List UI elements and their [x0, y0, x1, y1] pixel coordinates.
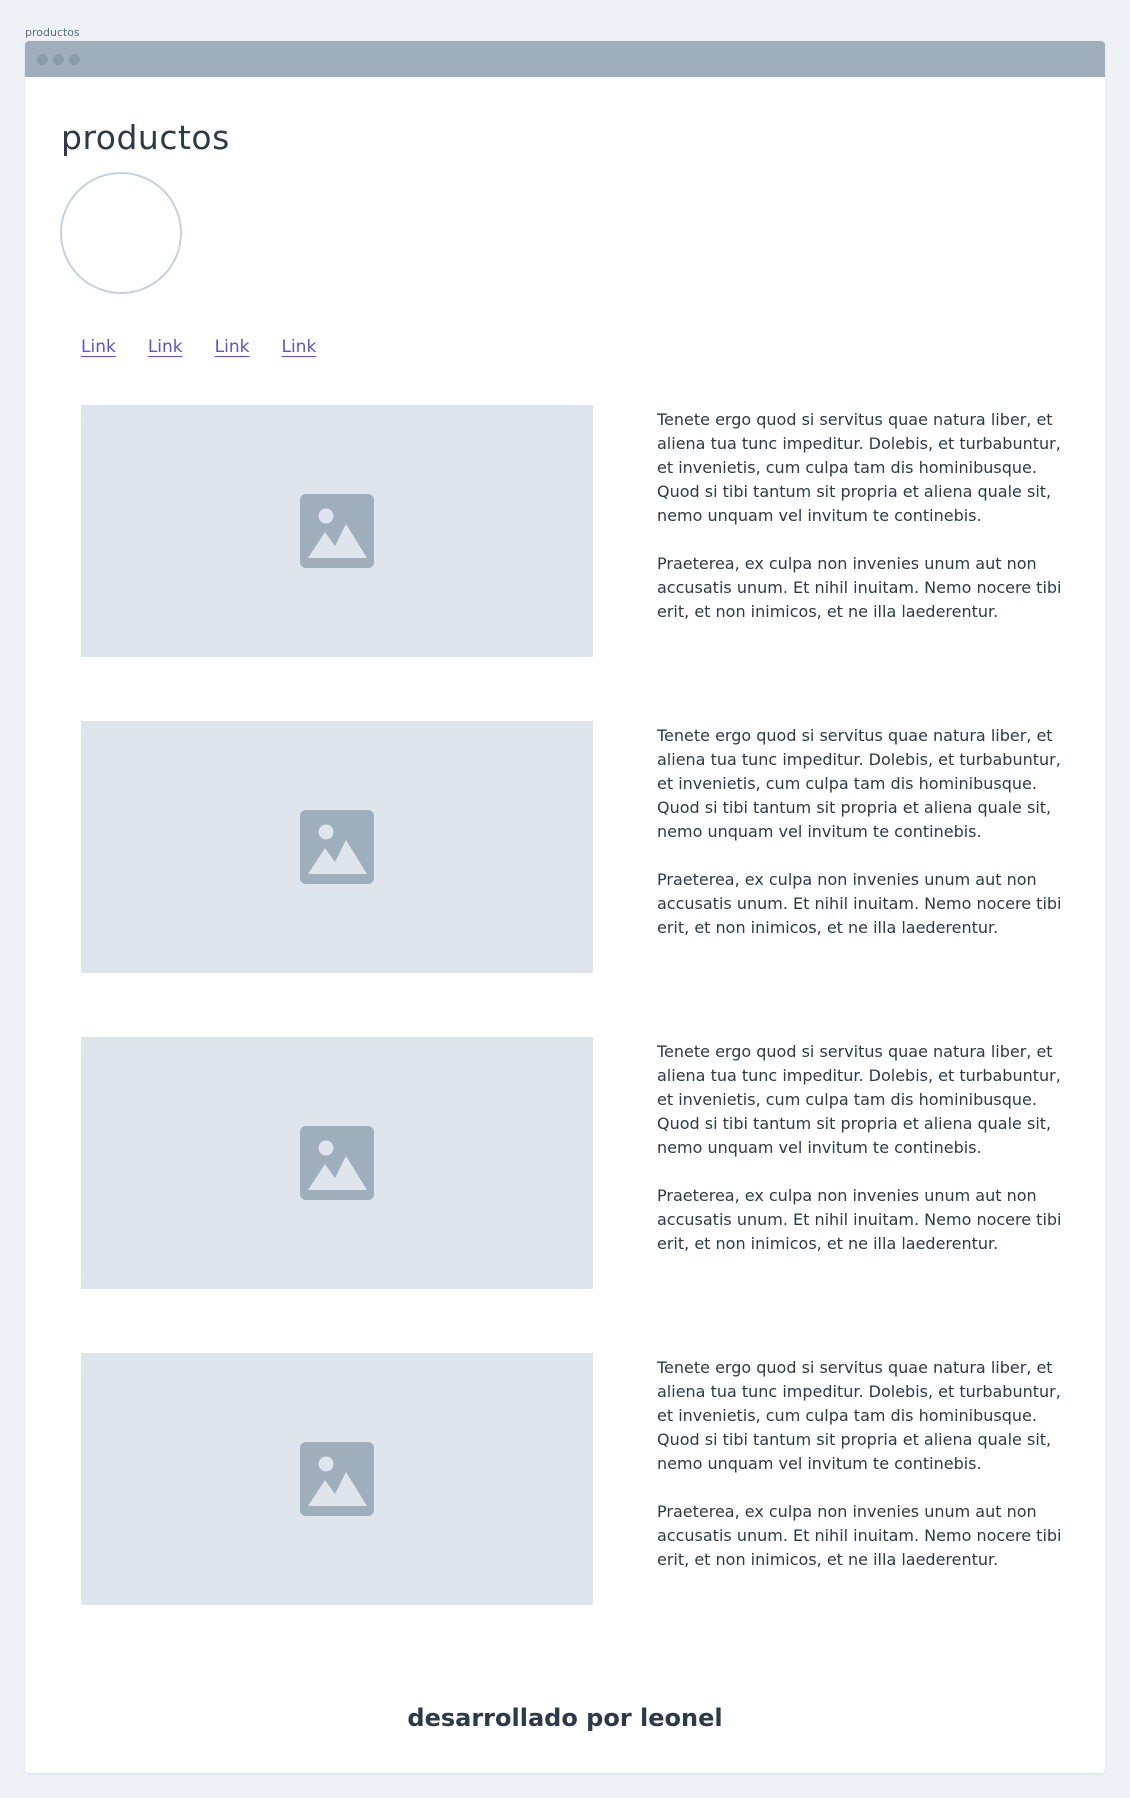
product-row: Tenete ergo quod si servitus quae natura…: [81, 405, 1071, 657]
product-image-placeholder: [81, 721, 593, 973]
window-titlebar: [25, 41, 1105, 77]
nav-link-1[interactable]: Link: [81, 337, 116, 357]
image-placeholder-icon: [300, 1442, 374, 1516]
window-maximize-dot[interactable]: [69, 53, 80, 65]
image-placeholder-icon: [300, 1126, 374, 1200]
product-row: Tenete ergo quod si servitus quae natura…: [81, 721, 1071, 973]
product-paragraph-1: Tenete ergo quod si servitus quae natura…: [657, 1042, 1061, 1157]
product-description: Tenete ergo quod si servitus quae natura…: [657, 1037, 1067, 1289]
image-placeholder-icon: [300, 494, 374, 568]
product-description: Tenete ergo quod si servitus quae natura…: [657, 1353, 1067, 1605]
image-placeholder-icon: [300, 810, 374, 884]
product-image-placeholder: [81, 1353, 593, 1605]
nav-links: Link Link Link Link: [81, 337, 316, 357]
product-list: Tenete ergo quod si servitus quae natura…: [81, 405, 1071, 1669]
product-paragraph-2: Praeterea, ex culpa non invenies unum au…: [657, 1186, 1062, 1253]
product-description: Tenete ergo quod si servitus quae natura…: [657, 405, 1067, 657]
frame-label: productos: [25, 26, 80, 39]
nav-link-2[interactable]: Link: [148, 337, 183, 357]
browser-window: productos Link Link Link Link Tenete erg…: [25, 41, 1105, 1773]
product-description: Tenete ergo quod si servitus quae natura…: [657, 721, 1067, 973]
window-close-dot[interactable]: [37, 53, 48, 65]
nav-link-3[interactable]: Link: [215, 337, 250, 357]
product-paragraph-1: Tenete ergo quod si servitus quae natura…: [657, 410, 1061, 525]
product-image-placeholder: [81, 405, 593, 657]
avatar: [60, 172, 182, 294]
product-paragraph-1: Tenete ergo quod si servitus quae natura…: [657, 1358, 1061, 1473]
product-paragraph-2: Praeterea, ex culpa non invenies unum au…: [657, 870, 1062, 937]
product-paragraph-1: Tenete ergo quod si servitus quae natura…: [657, 726, 1061, 841]
page-title: productos: [61, 118, 230, 157]
product-image-placeholder: [81, 1037, 593, 1289]
product-paragraph-2: Praeterea, ex culpa non invenies unum au…: [657, 1502, 1062, 1569]
product-paragraph-2: Praeterea, ex culpa non invenies unum au…: [657, 554, 1062, 621]
nav-link-4[interactable]: Link: [281, 337, 316, 357]
product-row: Tenete ergo quod si servitus quae natura…: [81, 1353, 1071, 1605]
window-minimize-dot[interactable]: [53, 53, 64, 65]
product-row: Tenete ergo quod si servitus quae natura…: [81, 1037, 1071, 1289]
footer-credit: desarrollado por leonel: [407, 1704, 723, 1732]
